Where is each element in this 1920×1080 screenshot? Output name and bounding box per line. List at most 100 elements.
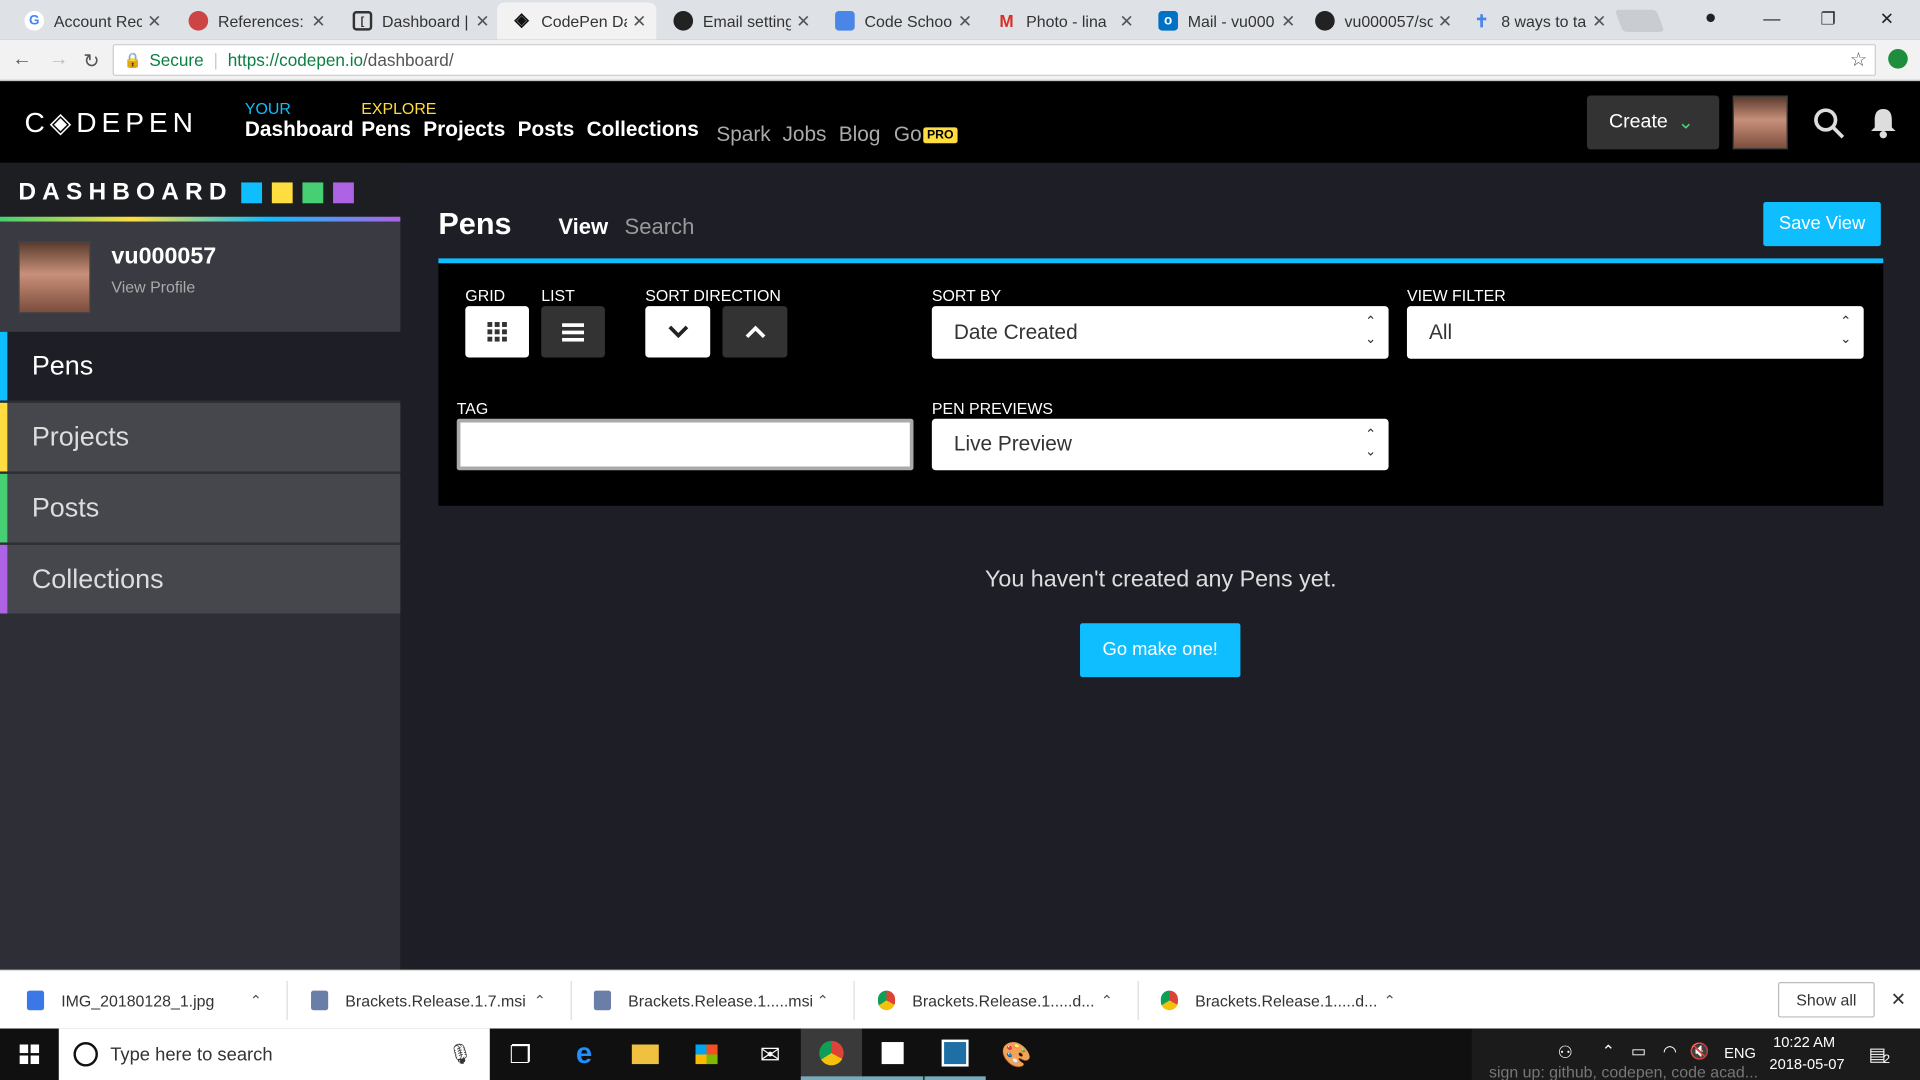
browser-tab[interactable]: Code School ✕ [820,2,982,39]
taskbar-search-box[interactable]: Type here to search 🎙 [58,1028,490,1080]
reload-icon[interactable]: ↻ [83,49,99,73]
restore-icon[interactable]: ❐ [1800,0,1856,37]
clock-time[interactable]: 10:22 AM [1773,1033,1835,1050]
create-button[interactable]: Create ⌄ [1586,95,1720,150]
forward-icon[interactable]: → [49,49,69,71]
minimize-icon[interactable]: — [1744,0,1800,37]
windows-start-icon[interactable] [0,1029,59,1080]
chevron-up-icon[interactable]: ⌃ [817,992,829,1009]
close-tab-icon[interactable]: ✕ [1120,10,1134,31]
chevron-up-icon[interactable]: ⌃ [250,992,262,1009]
nav-pens[interactable]: Pens [361,118,411,141]
browser-tab[interactable]: ✝ 8 ways to ta ✕ [1457,2,1616,39]
sidebar-item-posts[interactable]: Posts [0,473,401,543]
browser-tab[interactable]: M Photo - lina ✕ [982,2,1144,39]
sort-ascending-button[interactable] [722,306,788,358]
browser-tab[interactable]: Email setting ✕ [659,2,821,39]
download-item[interactable]: IMG_20180128_1.jpg ⌃ [26,971,284,1030]
pen-previews-select[interactable]: Live Preview ⌃ ⌄ [931,418,1389,471]
secure-label: Secure [149,50,204,70]
people-icon[interactable]: ⚇ [1558,1042,1573,1063]
tab-view[interactable]: View [558,214,608,240]
volume-muted-icon[interactable]: 🔇 [1690,1042,1710,1062]
save-view-button[interactable]: Save View [1763,202,1881,247]
battery-icon[interactable]: ▭ [1631,1042,1646,1062]
avatar[interactable] [1732,95,1788,150]
chrome-taskbar-icon[interactable] [800,1028,863,1080]
browser-tab[interactable]: G Account Rec ✕ [10,2,172,39]
close-tab-icon[interactable]: ✕ [796,10,810,31]
pen-previews-value: Live Preview [953,432,1072,456]
nav-dashboard[interactable]: Dashboard [245,118,354,141]
edge-icon[interactable]: e [553,1029,614,1080]
nav-collections[interactable]: Collections [587,118,699,141]
close-tab-icon[interactable]: ✕ [1592,10,1606,31]
close-tab-icon[interactable]: ✕ [632,10,646,31]
sticky-notes-icon[interactable] [862,1029,924,1080]
download-item[interactable]: Brackets.Release.1.....d... ⌃ [1160,971,1418,1030]
browser-tab-active[interactable]: ◈ CodePen Da ✕ [497,2,657,40]
task-view-icon[interactable]: ❐ [490,1029,551,1080]
go-make-one-button[interactable]: Go make one! [1080,623,1241,678]
view-filter-select[interactable]: All ⌃ ⌄ [1406,306,1864,359]
tab-title: Dashboard | [382,11,469,31]
store-icon[interactable] [676,1029,737,1080]
download-item[interactable]: Brackets.Release.1.7.msi ⌃ [311,971,568,1030]
username[interactable]: vu000057 [111,244,216,271]
nav-spark[interactable]: Spark [716,122,770,146]
grid-view-button[interactable] [465,306,529,358]
close-tab-icon[interactable]: ✕ [311,10,325,31]
download-item[interactable]: Brackets.Release.1.....msi ⌃ [593,971,851,1030]
language-indicator[interactable]: ENG [1724,1044,1756,1061]
back-icon[interactable]: ← [12,49,32,71]
close-tab-icon[interactable]: ✕ [958,10,972,31]
sort-descending-button[interactable] [645,306,711,358]
close-tab-icon[interactable]: ✕ [1281,10,1295,31]
download-item[interactable]: Brackets.Release.1.....d... ⌃ [877,971,1135,1030]
browser-tab[interactable]: o Mail - vu000 ✕ [1144,2,1306,39]
nav-go[interactable]: Go [894,122,922,146]
sidebar-item-collections[interactable]: Collections [0,544,401,614]
browser-tab[interactable]: References: F ✕ [174,2,336,39]
nav-jobs[interactable]: Jobs [782,122,826,146]
wifi-icon[interactable]: ◠ [1663,1042,1677,1062]
show-all-button[interactable]: Show all [1777,982,1875,1018]
chevron-up-icon[interactable]: ⌃ [1384,992,1396,1009]
sidebar-item-pens[interactable]: Pens [0,331,401,401]
close-tab-icon[interactable]: ✕ [147,10,161,31]
chevron-up-icon[interactable]: ⌃ [1602,1042,1615,1062]
chevron-up-icon[interactable]: ⌃ [534,992,546,1009]
bell-icon[interactable] [1866,105,1900,139]
nav-projects[interactable]: Projects [423,118,505,141]
chevron-up-icon[interactable]: ⌃ [1101,992,1113,1009]
list-view-button[interactable] [541,306,605,358]
avatar[interactable] [18,241,91,314]
tag-input[interactable] [456,418,914,471]
profile-icon[interactable]: ● [1682,0,1738,37]
mail-icon[interactable]: ✉ [740,1029,801,1080]
extension-icon[interactable] [1888,48,1908,69]
browser-tab[interactable]: vu000057/sc ✕ [1300,2,1462,39]
codepen-logo[interactable]: C◈DEPEN [24,107,197,140]
brackets-icon[interactable] [924,1029,986,1080]
view-profile-link[interactable]: View Profile [111,278,195,296]
close-tab-icon[interactable]: ✕ [475,10,489,31]
clock-date[interactable]: 2018-05-07 [1769,1056,1844,1073]
google-icon: G [24,11,45,31]
nav-posts[interactable]: Posts [518,118,575,141]
browser-tab[interactable]: [ Dashboard | ✕ [338,2,500,39]
close-window-icon[interactable]: ✕ [1859,0,1915,37]
bookmark-star-icon[interactable]: ☆ [1850,48,1868,72]
url-field[interactable]: 🔒 Secure | https://codepen.io /dashboard… [112,44,1876,76]
nav-blog[interactable]: Blog [839,122,881,146]
microphone-icon[interactable]: 🎙 [448,1042,473,1066]
close-icon[interactable]: ✕ [1891,988,1906,1010]
paint-icon[interactable]: 🎨 [986,1029,1047,1080]
sidebar-item-projects[interactable]: Projects [0,402,401,472]
search-icon[interactable] [1812,107,1846,141]
file-explorer-icon[interactable] [615,1029,676,1080]
tab-search[interactable]: Search [624,214,694,240]
close-tab-icon[interactable]: ✕ [1438,10,1452,31]
new-tab-button[interactable] [1614,9,1665,32]
sort-by-select[interactable]: Date Created ⌃ ⌄ [931,306,1389,359]
